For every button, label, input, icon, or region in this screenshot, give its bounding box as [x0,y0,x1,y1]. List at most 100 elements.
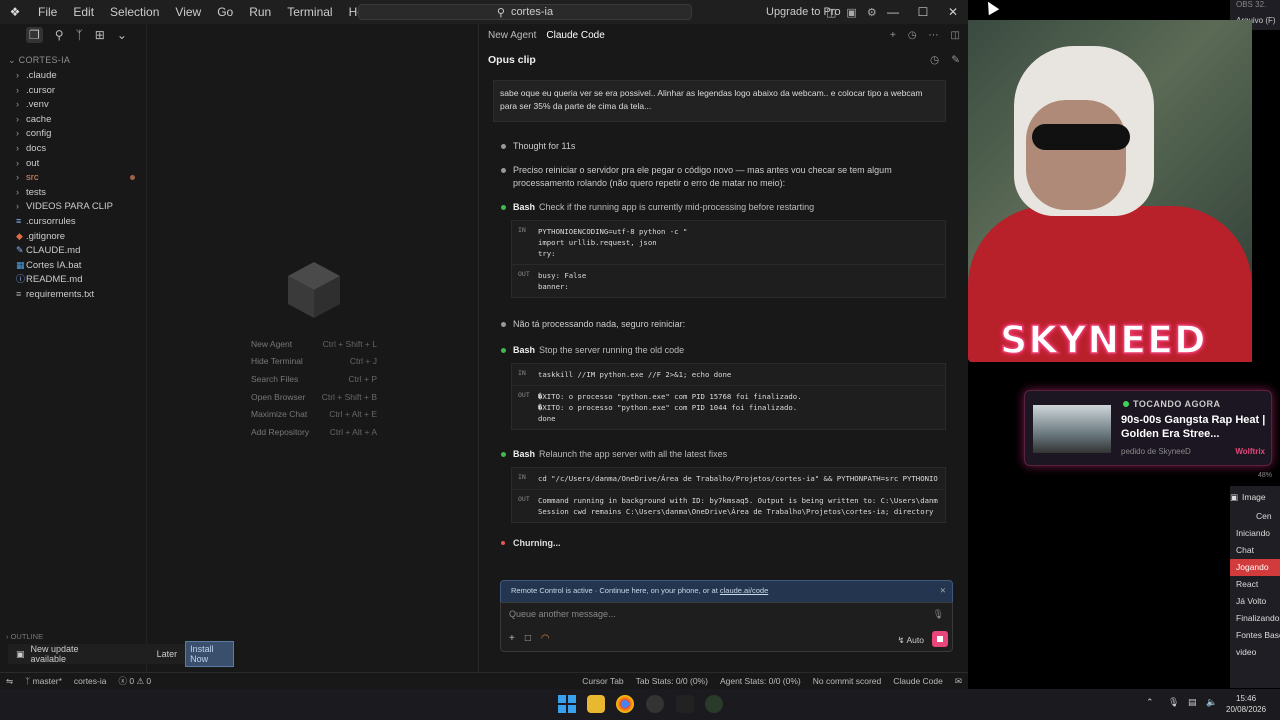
windows-start-icon[interactable] [558,695,576,713]
tray-chevron-icon[interactable]: ⌃ [1146,697,1154,708]
extensions-icon[interactable]: ⊞ [95,28,105,42]
scene-item[interactable]: Já Volto [1230,593,1280,610]
scene-item[interactable]: Fontes Base [1230,627,1280,644]
history-icon[interactable]: ◷ [930,46,939,74]
volume-icon[interactable]: 🔈 [1206,697,1217,708]
settings-icon[interactable]: ⚙ [867,6,877,19]
tree-item[interactable]: › config [0,126,146,141]
shortcut-add-repository[interactable]: Add Repository Ctrl + Alt + A [251,427,377,440]
mode-selector[interactable]: ↯ Auto [897,635,924,646]
tree-item[interactable]: › src [0,170,146,185]
more-icon[interactable]: ⋯ [929,30,939,41]
clock[interactable]: 15:46 20/08/2026 [1226,693,1266,715]
thought-indicator[interactable]: Thought for 11s [501,140,946,153]
project-indicator[interactable]: cortes-ia [68,676,113,686]
cursor-app-icon[interactable] [676,695,694,713]
layout-icon[interactable]: ◫ [826,6,836,19]
history-icon[interactable]: ◷ [908,30,917,41]
tree-item[interactable]: ▦Cortes IA.bat [0,258,146,273]
agent-stats[interactable]: Agent Stats: 0/0 (0%) [714,676,807,686]
tree-item[interactable]: › cache [0,112,146,127]
panel-icon[interactable]: ◫ [951,30,960,41]
shortcut-open-browser[interactable]: Open Browser Ctrl + Shift + B [251,392,377,405]
remote-link[interactable]: claude.ai/code [720,586,768,595]
later-button[interactable]: Later [157,649,178,659]
tree-item[interactable]: ⓘREADME.md [0,272,146,287]
menu-terminal[interactable]: Terminal [279,0,340,24]
message-composer[interactable]: Queue another message... 🎙 + □ ◠ ↯ Auto [500,602,953,652]
claude-code-indicator[interactable]: Claude Code [887,676,949,686]
editor-window: ❖ File Edit Selection View Go Run Termin… [0,0,968,689]
commit-score[interactable]: No commit scored [807,676,888,686]
explorer-root[interactable]: ⌄ CORTES-IA [0,52,146,68]
tree-item[interactable]: ≡ requirements.txt [0,287,146,302]
shortcut-search-files[interactable]: Search Files Ctrl + P [251,374,377,387]
problems-indicator[interactable]: ⓧ 0 ⚠ 0 [112,675,157,687]
tree-item[interactable]: › VIDEOS PARA CLIP [0,199,146,214]
menu-go[interactable]: Go [209,0,241,24]
shortcut-maximize-chat[interactable]: Maximize Chat Ctrl + Alt + E [251,409,377,422]
maximize-button[interactable]: ☐ [908,0,938,24]
scene-item[interactable]: Finalizando [1230,610,1280,627]
shortcut-new-agent[interactable]: New Agent Ctrl + Shift + L [251,339,377,352]
chrome-icon[interactable] [616,695,634,713]
close-icon[interactable]: ✕ [940,581,946,601]
outline-section[interactable]: › OUTLINE [6,632,43,641]
install-now-button[interactable]: Install Now [185,641,234,667]
bash-step[interactable]: Bash Stop the server running the old code [501,344,946,357]
tree-item[interactable]: ≡ .cursorrules [0,214,146,229]
menu-run[interactable]: Run [241,0,279,24]
assistant-message: Não tá processando nada, seguro reinicia… [501,318,946,331]
search-icon[interactable]: ⚲ [55,28,64,42]
new-chat-icon[interactable]: ✎ [951,46,960,74]
tree-item[interactable]: ◆ .gitignore [0,229,146,244]
cursor-tab-indicator[interactable]: Cursor Tab [576,676,629,686]
plus-icon[interactable]: + [509,633,515,644]
files-icon[interactable]: ❐ [26,27,43,43]
menu-edit[interactable]: Edit [65,0,102,24]
scene-item[interactable]: React [1230,576,1280,593]
bash-step[interactable]: Bash Relaunch the app server with all the… [501,448,946,461]
minimize-button[interactable]: — [878,0,908,24]
tree-item[interactable]: › docs [0,141,146,156]
app-icon[interactable] [705,695,723,713]
obs-icon[interactable] [646,695,664,713]
stream-brand: SKYNEED [999,317,1207,363]
stop-button[interactable] [932,631,948,647]
scene-item[interactable]: Chat [1230,542,1280,559]
tree-item[interactable]: › .claude [0,68,146,83]
tab-stats[interactable]: Tab Stats: 0/0 (0%) [630,676,714,686]
remote-icon[interactable]: ⇋ [0,676,19,687]
tab-claude-code[interactable]: Claude Code [544,28,606,43]
tab-new-agent[interactable]: New Agent [486,28,538,43]
close-window-button[interactable]: ✕ [938,0,968,24]
network-icon[interactable]: ▤ [1188,697,1197,708]
file-explorer-icon[interactable] [587,695,605,713]
menu-file[interactable]: File [30,0,65,24]
notifications-icon[interactable]: ✉ [949,676,968,687]
update-message: New update available [30,644,79,664]
scene-item-active[interactable]: Jogando [1230,559,1280,576]
source-control-icon[interactable]: ᛉ [76,28,83,42]
chevron-down-icon[interactable]: ⌄ [117,28,127,42]
branch-indicator[interactable]: ᛉ master* [19,676,68,686]
menu-selection[interactable]: Selection [102,0,167,24]
scene-item[interactable]: video [1230,644,1280,661]
mic-icon[interactable]: 🎙 [1168,697,1179,708]
tree-item[interactable]: › tests [0,185,146,200]
plus-icon[interactable]: + [890,30,896,41]
shortcut-hide-terminal[interactable]: Hide Terminal Ctrl + J [251,356,377,369]
scene-item[interactable]: Cen [1230,508,1280,525]
bash-step[interactable]: Bash Check if the running app is currentl… [501,201,946,214]
scene-item[interactable]: Iniciando [1230,525,1280,542]
mic-icon[interactable]: 🎙 [933,609,944,620]
slash-command-icon[interactable]: □ [525,633,531,644]
tree-item[interactable]: › .venv [0,97,146,112]
command-search[interactable]: ⚲ cortes-ia [358,4,692,20]
tree-item[interactable]: ✎ CLAUDE.md [0,243,146,258]
menu-view[interactable]: View [167,0,209,24]
message-input[interactable]: Queue another message... [509,609,616,619]
tree-item[interactable]: › .cursor [0,83,146,98]
chat-icon[interactable]: ▣ [846,6,856,19]
tree-item[interactable]: › out [0,156,146,171]
